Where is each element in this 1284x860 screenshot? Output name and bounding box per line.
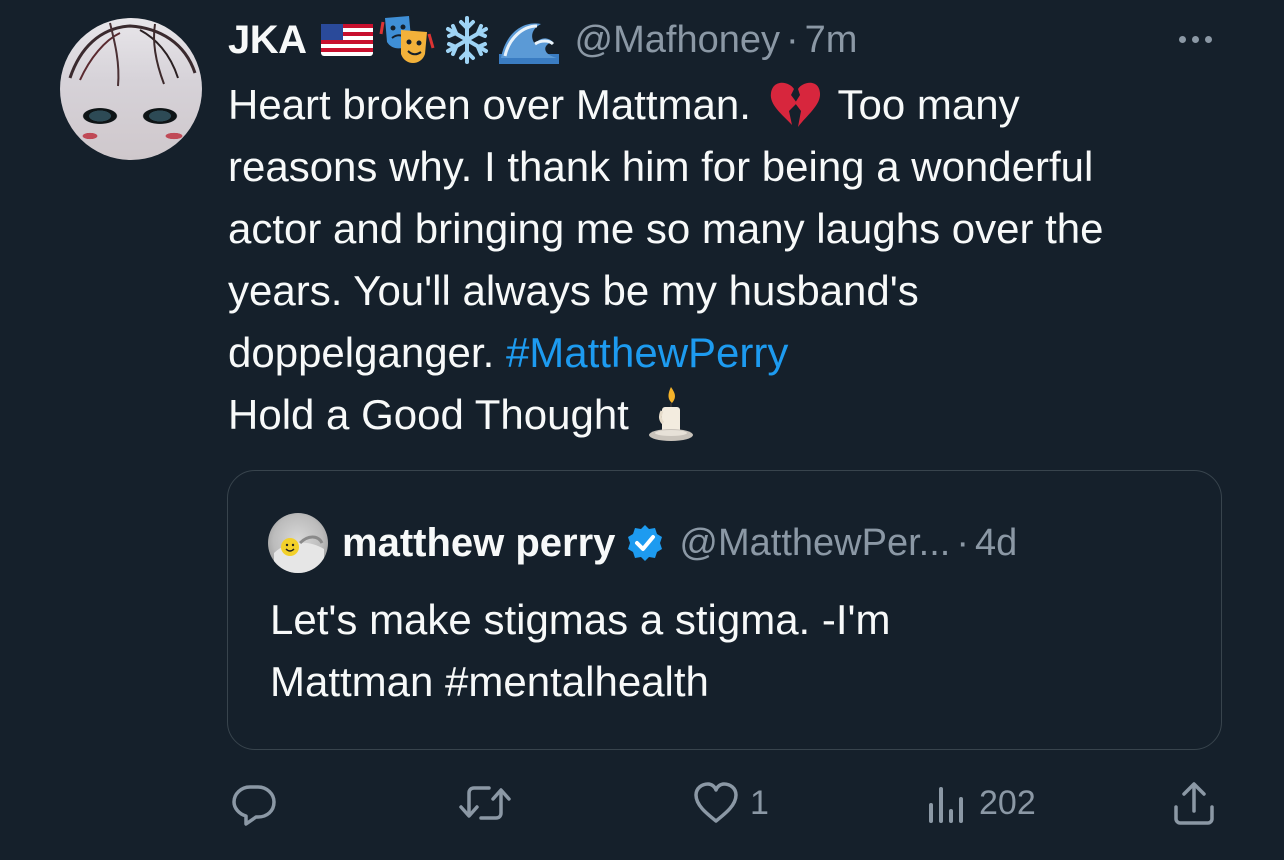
quoted-header-separator: · xyxy=(956,521,969,564)
tweet-line: actor and bringing me so many laughs ove… xyxy=(228,205,1104,252)
like-count: 1 xyxy=(750,783,769,822)
analytics-icon xyxy=(929,787,963,823)
quoted-tweet-timestamp[interactable]: 4d xyxy=(975,522,1017,565)
more-dot-icon xyxy=(1191,35,1199,43)
tweet-line: years. You'll always be my husband's xyxy=(228,267,919,314)
more-options-button[interactable] xyxy=(1170,24,1220,54)
share-icon xyxy=(1174,782,1214,825)
views-button[interactable]: 202 xyxy=(925,778,1036,828)
tweet-line-text: Too many xyxy=(837,81,1020,128)
reply-button[interactable] xyxy=(230,778,288,828)
header-separator: · xyxy=(786,18,799,61)
tweet-line: doppelganger. #MatthewPerry xyxy=(228,322,1248,384)
user-avatar[interactable] xyxy=(60,18,202,160)
theater-masks-icon xyxy=(379,16,434,63)
reply-icon xyxy=(232,785,276,826)
retweet-button[interactable] xyxy=(457,778,523,828)
us-flag-icon xyxy=(320,24,373,56)
views-count: 202 xyxy=(979,783,1036,822)
quoted-tweet-header: matthew perry @MatthewPer... · 4d xyxy=(268,513,1017,573)
tweet-line-text: Hold a Good Thought xyxy=(228,391,629,438)
broken-heart-icon xyxy=(770,82,820,127)
tweet-line: reasons why. I thank him for being a won… xyxy=(228,143,1094,190)
tweet-line-text: Heart broken over Mattman. xyxy=(228,81,751,128)
snowflake-icon xyxy=(445,16,488,64)
share-button[interactable] xyxy=(1170,778,1218,828)
display-name[interactable]: JKA xyxy=(228,18,307,63)
tweet-line: Hold a Good Thought xyxy=(228,384,1248,447)
name-emojis xyxy=(320,12,559,68)
candle-icon xyxy=(648,386,693,441)
like-button[interactable]: 1 xyxy=(692,778,769,828)
quoted-user-avatar[interactable] xyxy=(268,513,328,573)
tweet-timestamp[interactable]: 7m xyxy=(805,19,858,62)
tweet-body: Heart broken over Mattman. Too many reas… xyxy=(228,74,1248,447)
quoted-tweet-line: Let's make stigmas a stigma. -I'm xyxy=(270,596,891,643)
tweet-line-text: doppelganger. xyxy=(228,329,495,376)
hashtag-link[interactable]: #MatthewPerry xyxy=(506,329,788,376)
quoted-user-handle[interactable]: @MatthewPer... xyxy=(679,522,950,565)
avatar-hair-graphic xyxy=(68,22,197,87)
more-dot-icon xyxy=(1178,35,1186,43)
heart-icon xyxy=(694,782,738,823)
verified-badge-icon xyxy=(625,523,665,563)
retweet-icon xyxy=(459,786,511,820)
smiley-icon xyxy=(274,535,324,573)
tweet-line: Heart broken over Mattman. Too many xyxy=(228,74,1248,136)
tweet: JKA @Mafhoney · 7m Heart broken over Mat… xyxy=(0,0,1284,860)
quoted-display-name[interactable]: matthew perry xyxy=(342,521,615,566)
tweet-actions-bar: 1 202 xyxy=(0,778,1284,828)
user-handle[interactable]: @Mafhoney xyxy=(575,19,780,62)
quoted-tweet[interactable]: matthew perry @MatthewPer... · 4d Let's … xyxy=(227,470,1222,750)
wave-icon xyxy=(498,23,559,64)
tweet-header: JKA @Mafhoney · 7m xyxy=(228,14,857,66)
quoted-tweet-line: Mattman #mentalhealth xyxy=(270,658,709,705)
quoted-tweet-body: Let's make stigmas a stigma. -I'm Mattma… xyxy=(270,589,1170,713)
more-dot-icon xyxy=(1204,35,1212,43)
